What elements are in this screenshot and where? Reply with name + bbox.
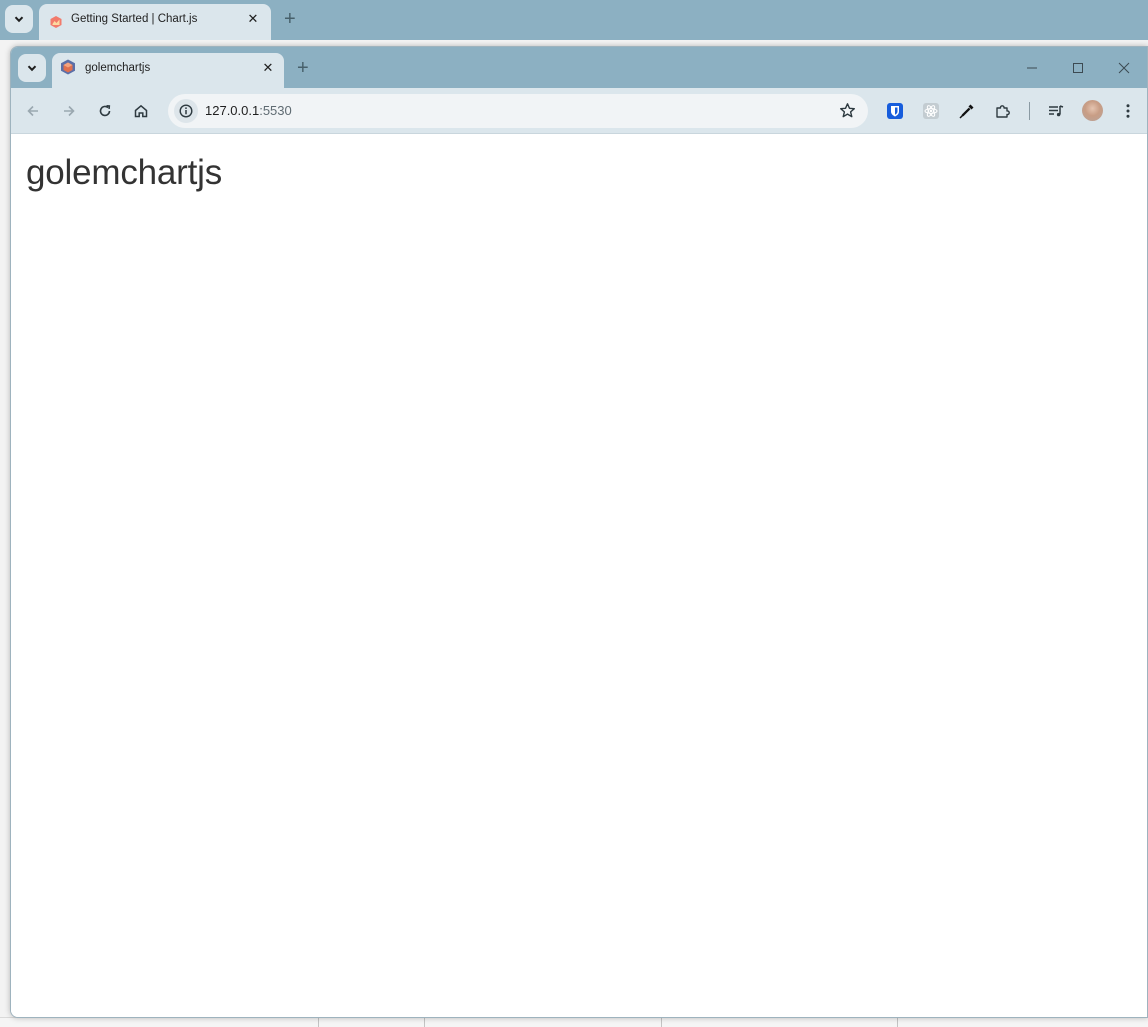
- url-port: :5530: [259, 103, 292, 118]
- minimize-icon: [1027, 67, 1037, 68]
- react-devtools-icon: [923, 103, 939, 119]
- tab-getting-started[interactable]: Getting Started | Chart.js ✕: [39, 4, 271, 40]
- background-tab-strip: Getting Started | Chart.js ✕ +: [0, 0, 1148, 40]
- close-icon: [1118, 62, 1130, 73]
- golem-favicon-icon: [61, 59, 75, 75]
- close-tab-icon[interactable]: ✕: [260, 60, 276, 76]
- arrow-right-icon: [64, 105, 75, 117]
- eyedropper-icon: [959, 104, 974, 119]
- browser-window: golemchartjs ✕ + 127.0.0.1:5530 golemcha…: [10, 46, 1148, 1018]
- address-bar[interactable]: 127.0.0.1:5530: [168, 94, 868, 128]
- star-icon: [840, 103, 855, 118]
- divider: [424, 1018, 425, 1027]
- close-tab-icon[interactable]: ✕: [245, 11, 261, 27]
- puzzle-icon: [996, 105, 1010, 118]
- back-button[interactable]: [19, 97, 47, 125]
- tab-title: Getting Started | Chart.js: [71, 13, 198, 25]
- forward-button[interactable]: [55, 97, 83, 125]
- minimize-button[interactable]: [1009, 47, 1055, 88]
- background-window-bottom: [0, 1017, 1148, 1027]
- divider: [318, 1018, 319, 1027]
- bitwarden-extension[interactable]: [884, 100, 906, 122]
- chartjs-favicon-icon: [50, 16, 62, 28]
- browser-toolbar: 127.0.0.1:5530: [11, 88, 1147, 134]
- site-info-button[interactable]: [174, 99, 198, 123]
- tab-search-button[interactable]: [5, 5, 33, 33]
- info-icon: [179, 104, 193, 118]
- divider: [897, 1018, 898, 1027]
- color-picker-extension[interactable]: [956, 100, 978, 122]
- media-queue-icon: [1049, 105, 1064, 117]
- reload-button[interactable]: [91, 97, 119, 125]
- media-controls-button[interactable]: [1045, 100, 1067, 122]
- tab-strip: golemchartjs ✕ +: [11, 47, 1147, 88]
- url-text[interactable]: 127.0.0.1:5530: [205, 103, 292, 118]
- extensions-button[interactable]: [992, 100, 1014, 122]
- reload-icon: [99, 105, 111, 117]
- window-controls: [1009, 47, 1147, 88]
- bitwarden-icon: [887, 103, 903, 119]
- bookmark-button[interactable]: [839, 102, 856, 124]
- tab-title: golemchartjs: [85, 62, 151, 74]
- toolbar-divider: [1029, 102, 1030, 120]
- new-tab-button[interactable]: +: [297, 58, 309, 78]
- chevron-down-icon: [14, 16, 24, 23]
- home-button[interactable]: [127, 97, 155, 125]
- home-icon: [134, 104, 148, 118]
- new-tab-button[interactable]: +: [284, 9, 296, 29]
- tab-search-button[interactable]: [18, 54, 46, 82]
- profile-avatar[interactable]: [1082, 100, 1103, 121]
- chevron-down-icon: [27, 65, 37, 72]
- url-host: 127.0.0.1: [205, 103, 260, 118]
- page-viewport: golemchartjs: [11, 134, 1147, 1017]
- divider: [661, 1018, 662, 1027]
- react-devtools-extension[interactable]: [920, 100, 942, 122]
- browser-menu-button[interactable]: [1117, 100, 1139, 122]
- arrow-left-icon: [27, 105, 38, 117]
- close-window-button[interactable]: [1101, 47, 1147, 88]
- tab-golemchartjs[interactable]: golemchartjs ✕: [52, 53, 284, 88]
- kebab-menu-icon: [1126, 104, 1130, 118]
- maximize-icon: [1073, 62, 1083, 73]
- page-heading: golemchartjs: [26, 153, 223, 192]
- maximize-button[interactable]: [1055, 47, 1101, 88]
